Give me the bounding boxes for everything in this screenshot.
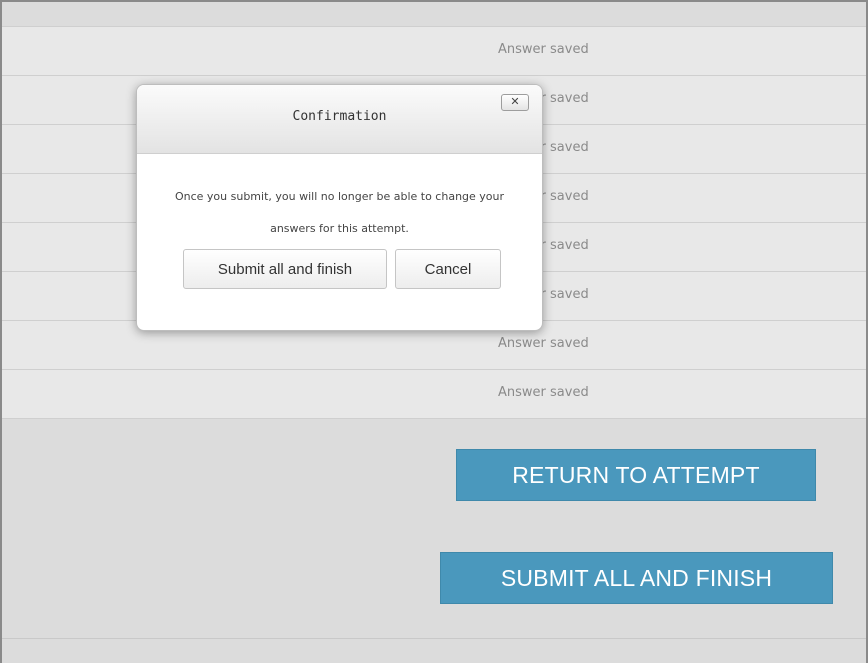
close-icon[interactable]: ✕ bbox=[501, 94, 529, 111]
submit-all-and-finish-button[interactable]: SUBMIT ALL AND FINISH bbox=[440, 552, 833, 604]
dialog-message: Once you submit, you will no longer be a… bbox=[174, 190, 505, 235]
row-status: Answer saved bbox=[498, 42, 589, 57]
confirmation-dialog: Confirmation ✕ Once you submit, you will… bbox=[136, 84, 543, 331]
table-row: Answer saved bbox=[2, 26, 866, 76]
dialog-header: Confirmation ✕ bbox=[137, 85, 542, 154]
divider bbox=[2, 638, 866, 639]
row-status: Answer saved bbox=[498, 385, 589, 400]
dialog-cancel-button[interactable]: Cancel bbox=[395, 249, 501, 289]
dialog-title: Confirmation bbox=[292, 109, 387, 124]
dialog-submit-button[interactable]: Submit all and finish bbox=[183, 249, 387, 289]
return-to-attempt-button[interactable]: RETURN TO ATTEMPT bbox=[456, 449, 816, 501]
row-status: Answer saved bbox=[498, 336, 589, 351]
table-row: Answer saved bbox=[2, 370, 866, 419]
